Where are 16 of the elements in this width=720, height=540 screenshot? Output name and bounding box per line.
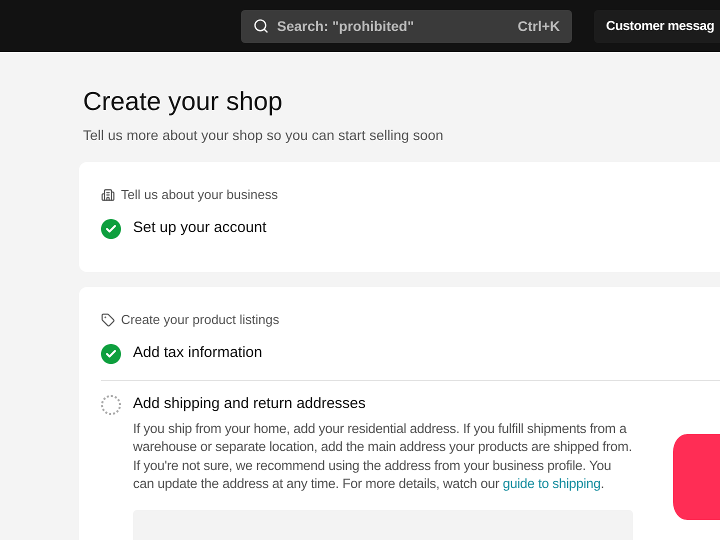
building-icon xyxy=(101,188,115,202)
page-subtitle: Tell us more about your shop so you can start selling soon xyxy=(83,126,444,145)
section-heading: Create your product listings xyxy=(121,311,280,329)
step-title: Add shipping and return addresses xyxy=(133,394,367,414)
search-input[interactable]: Search: "prohibited" xyxy=(277,16,510,36)
search-icon xyxy=(253,18,269,34)
search-field[interactable]: Search: "prohibited" Ctrl+K xyxy=(241,10,572,42)
step-description: If you ship from your home, add your residential address. If you fulfill shipments from a warehouse or separate location, add the main address your products are shipped from. If you're not sure, we recommend using the address from your business profile. You can update the address at any time. For more details, watch our guide to shipping. xyxy=(133,420,633,493)
tag-icon xyxy=(101,312,115,327)
shortcut-hint: Ctrl+K xyxy=(518,16,560,36)
customer-messages-button[interactable]: Customer messag xyxy=(594,10,720,42)
page-title: Create your shop xyxy=(83,85,284,118)
section-heading: Tell us about your business xyxy=(121,186,278,204)
step-title: Set up your account xyxy=(133,218,268,238)
guide-link[interactable]: guide to shipping xyxy=(502,476,601,491)
step-title: Add tax information xyxy=(133,342,264,362)
